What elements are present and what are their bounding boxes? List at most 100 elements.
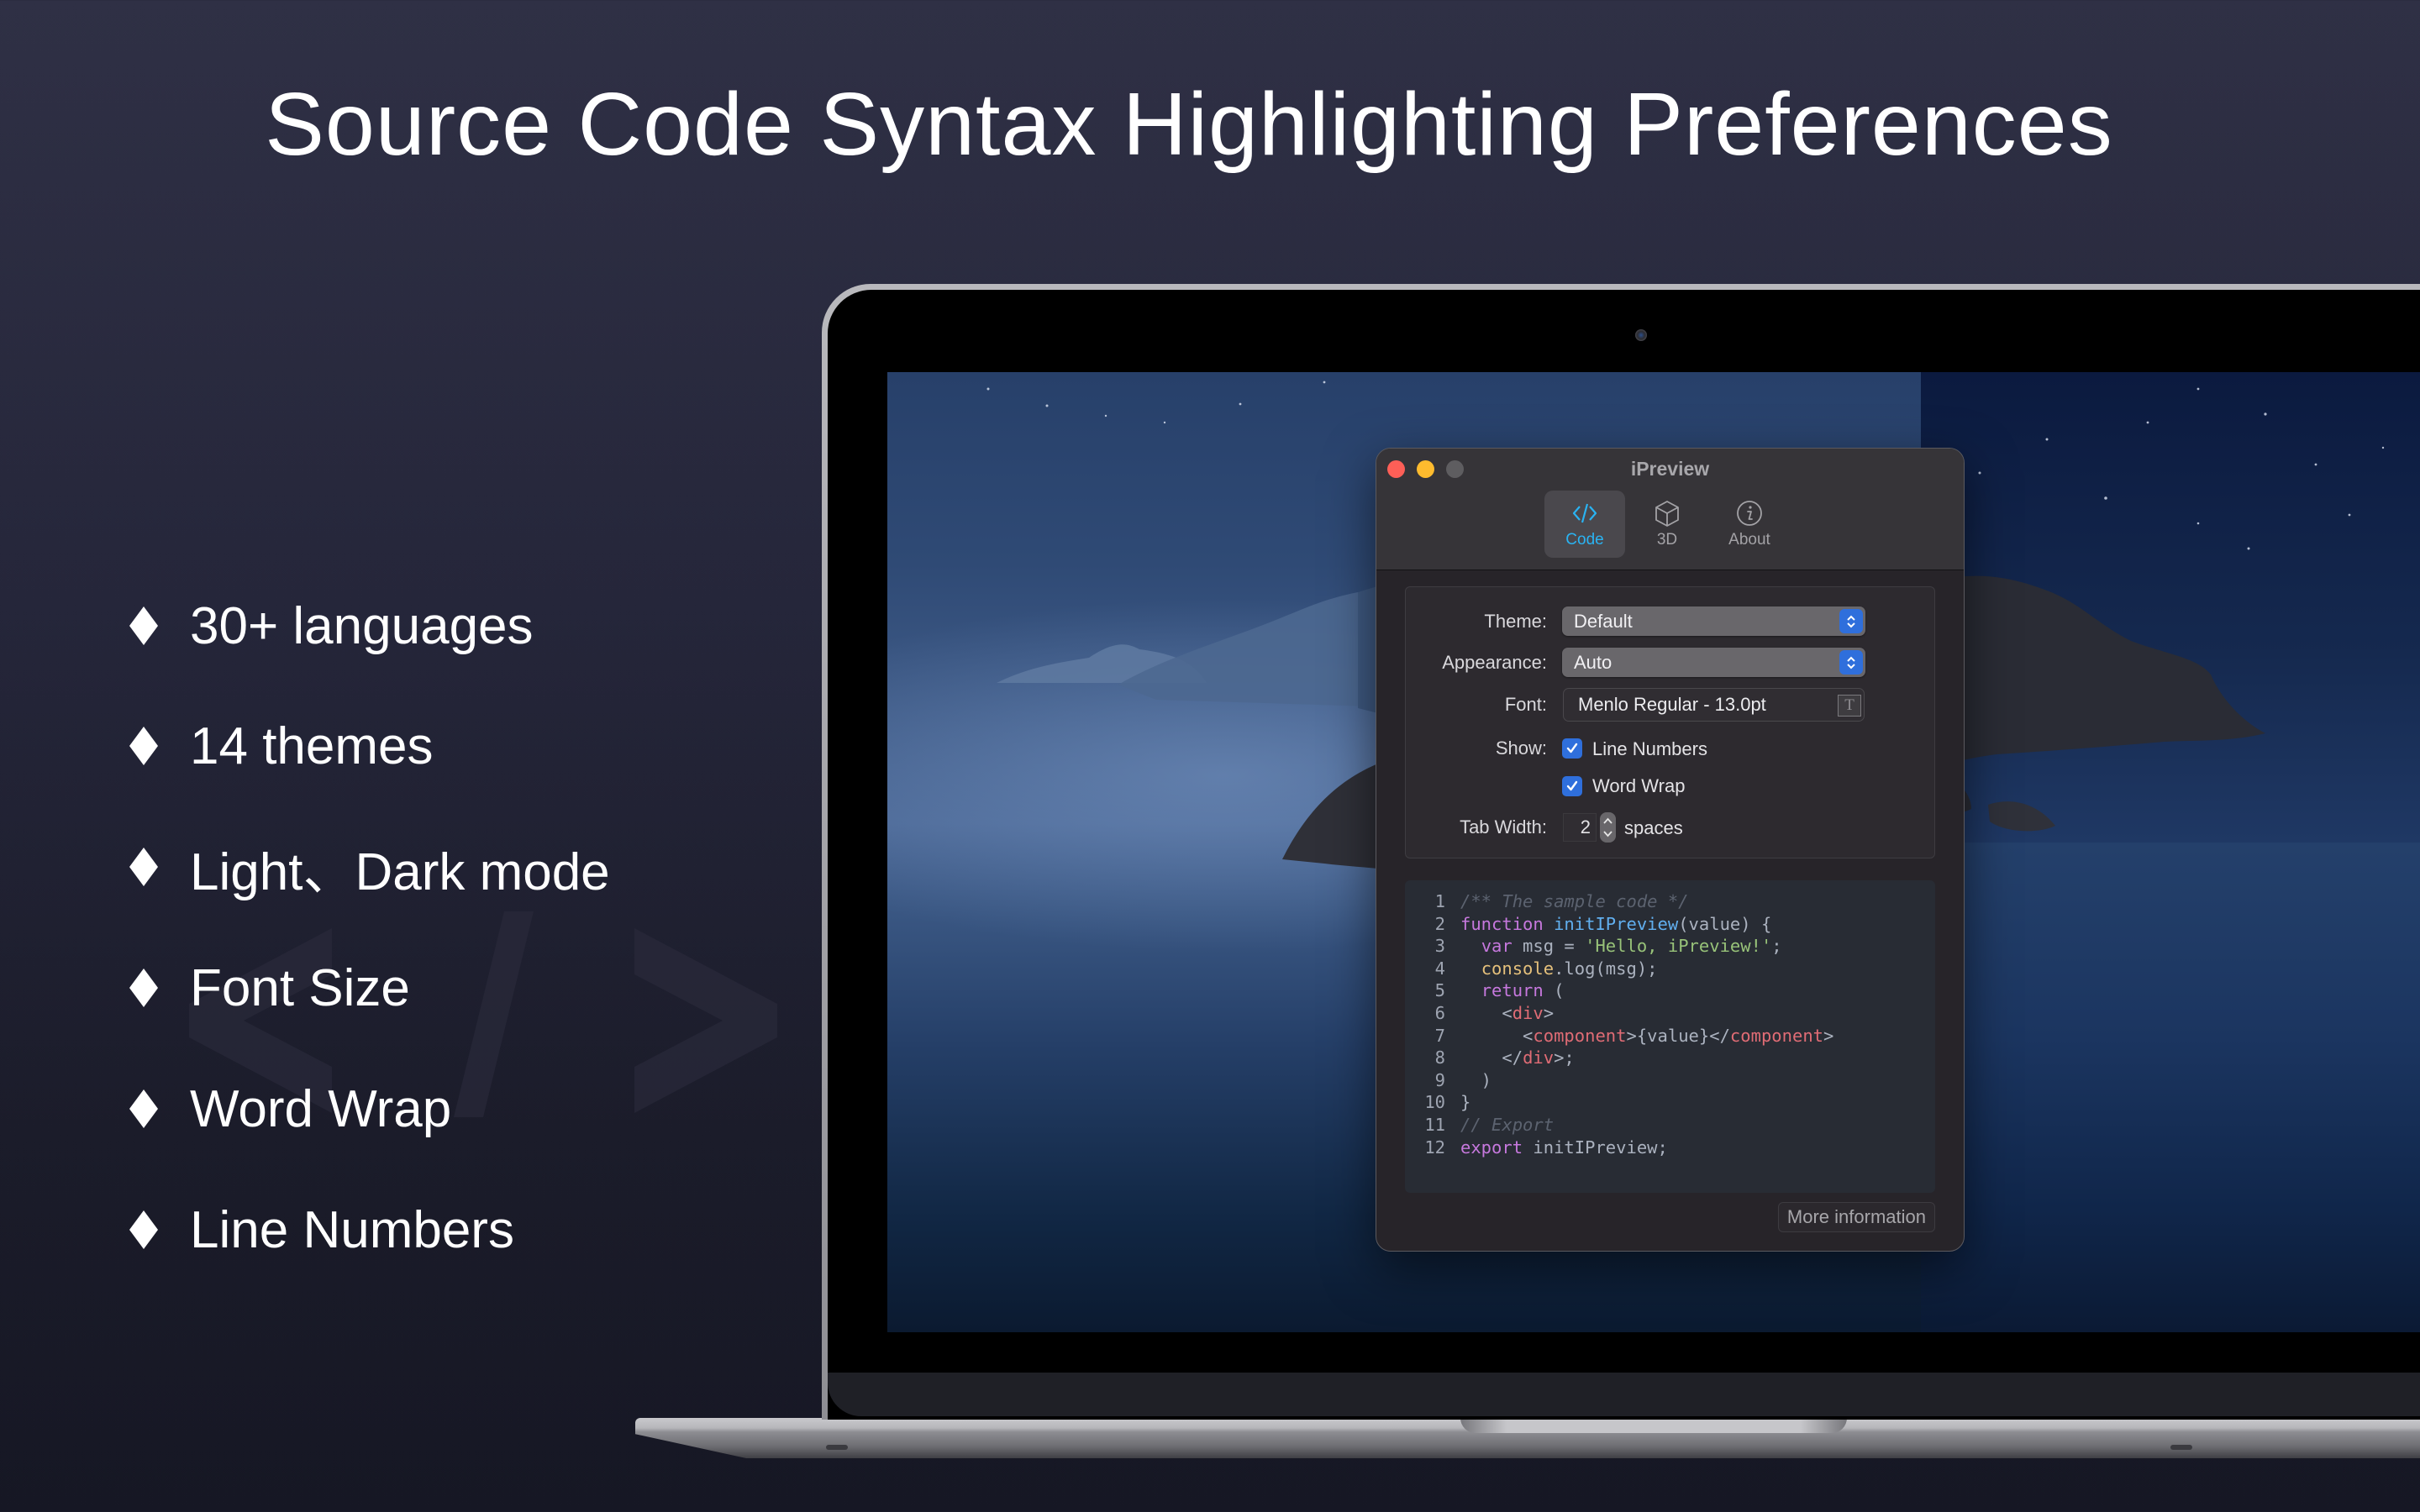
line-numbers-label[interactable]: Line Numbers — [1592, 738, 1707, 760]
code-token: div — [1512, 1002, 1544, 1023]
code-preview: 1/** The sample code */2 function initIPr… — [1405, 880, 1935, 1193]
code-token: .log(msg); — [1554, 958, 1658, 979]
appearance-select[interactable]: Auto — [1562, 648, 1865, 677]
code-line: 11 // Export — [1405, 1114, 1935, 1137]
theme-row: Theme: Default — [1406, 605, 1934, 638]
code-token: console — [1481, 958, 1555, 979]
laptop-hinge-notch — [1460, 1418, 1847, 1433]
camera-icon — [1635, 329, 1647, 341]
code-text: </div>; — [1445, 1047, 1575, 1069]
window-title: iPreview — [1630, 458, 1710, 480]
tab-code[interactable]: Code — [1544, 491, 1625, 558]
feature-item: Line Numbers — [118, 1192, 514, 1268]
code-token: < — [1460, 1002, 1512, 1023]
tab-about[interactable]: About — [1709, 491, 1790, 558]
theme-select[interactable]: Default — [1562, 606, 1865, 636]
code-text: ) — [1445, 1069, 1491, 1092]
chevron-updown-icon — [1839, 650, 1863, 675]
feature-label: Word Wrap — [190, 1079, 452, 1138]
laptop-port — [2170, 1445, 2192, 1450]
diamond-bullet-icon — [124, 727, 163, 765]
line-number: 8 — [1434, 1047, 1445, 1068]
code-token: ; — [1771, 936, 1782, 957]
theme-value: Default — [1574, 610, 1633, 632]
line-number: 1 — [1434, 891, 1445, 911]
word-wrap-label[interactable]: Word Wrap — [1592, 775, 1685, 797]
code-line: 12 export initIPreview; — [1405, 1137, 1935, 1159]
tab-label: Code — [1565, 531, 1604, 549]
code-token: </ — [1460, 1047, 1523, 1068]
code-token: > — [1543, 1002, 1555, 1023]
code-token: >{value}</ — [1626, 1025, 1730, 1046]
cube-icon — [1655, 501, 1679, 527]
code-token: component — [1533, 1025, 1627, 1046]
word-wrap-checkbox[interactable] — [1562, 776, 1582, 796]
font-picker-icon[interactable]: T — [1838, 695, 1861, 717]
window-titlebar: iPreview Code 3D About — [1376, 449, 1964, 570]
code-token: function — [1460, 913, 1544, 934]
code-line: 1 /** The sample code */ — [1405, 890, 1935, 913]
code-line: 7 <component>{value}</component> — [1405, 1025, 1935, 1047]
code-line: 4 console.log(msg); — [1405, 958, 1935, 980]
code-text: <component>{value}</component> — [1445, 1025, 1833, 1047]
code-token: initIPreview; — [1523, 1137, 1668, 1158]
feature-label: Font Size — [190, 958, 410, 1017]
code-token: return — [1481, 980, 1544, 1001]
line-numbers-checkbox[interactable] — [1562, 738, 1582, 759]
code-text: } — [1445, 1091, 1470, 1114]
line-number: 10 — [1424, 1092, 1445, 1113]
code-token: ) — [1460, 1069, 1492, 1090]
line-number: 12 — [1424, 1137, 1445, 1158]
feature-item: Light、Dark mode — [118, 829, 610, 905]
code-token: >; — [1554, 1047, 1575, 1068]
diamond-bullet-icon — [124, 606, 163, 645]
chevron-updown-icon — [1839, 609, 1863, 633]
code-line: 3 var msg = 'Hello, iPreview!'; — [1405, 935, 1935, 958]
tab-width-input[interactable]: 2 — [1563, 813, 1597, 842]
theme-label: Theme: — [1484, 611, 1547, 632]
feature-label: Line Numbers — [190, 1200, 514, 1259]
tab-label: About — [1728, 531, 1770, 549]
code-token: /** The sample code */ — [1460, 891, 1689, 911]
code-text: function initIPreview(value) { — [1445, 913, 1771, 936]
tab-width-row: Tab Width: 2 spaces — [1406, 811, 1934, 844]
code-token: export — [1460, 1137, 1523, 1158]
laptop-port — [826, 1445, 848, 1450]
feature-item: 14 themes — [118, 708, 434, 784]
code-line: 10} — [1405, 1091, 1935, 1114]
diamond-bullet-icon — [124, 969, 163, 1007]
code-token: div — [1523, 1047, 1555, 1068]
feature-label: 30+ languages — [190, 596, 534, 655]
code-token: < — [1460, 1025, 1534, 1046]
code-text: var msg = 'Hello, iPreview!'; — [1445, 935, 1782, 958]
font-value: Menlo Regular - 13.0pt — [1578, 694, 1766, 715]
appearance-label: Appearance: — [1442, 652, 1547, 673]
code-line: 9 ) — [1405, 1069, 1935, 1092]
feature-label: 14 themes — [190, 717, 434, 775]
code-icon — [1572, 503, 1597, 523]
info-icon — [1737, 501, 1762, 526]
code-token: 'Hello, iPreview!' — [1585, 936, 1772, 957]
more-information-button[interactable]: More information — [1777, 1202, 1935, 1232]
code-token: ( — [1543, 980, 1565, 1001]
code-text: return ( — [1445, 979, 1565, 1002]
font-field[interactable]: Menlo Regular - 13.0pt T — [1563, 688, 1865, 722]
line-number: 6 — [1434, 1002, 1445, 1023]
code-text: console.log(msg); — [1445, 958, 1658, 980]
font-label: Font: — [1504, 694, 1547, 715]
diamond-bullet-icon — [124, 848, 163, 886]
line-number: 4 — [1434, 958, 1445, 979]
code-text: export initIPreview; — [1445, 1137, 1668, 1159]
tab-width-label: Tab Width: — [1460, 816, 1547, 837]
line-number: 9 — [1434, 1069, 1445, 1090]
tab-label: 3D — [1656, 531, 1678, 549]
line-number: 3 — [1434, 936, 1445, 957]
appearance-row: Appearance: Auto — [1406, 646, 1934, 680]
tab-width-stepper[interactable] — [1600, 812, 1616, 843]
page-headline: Source Code Syntax Highlighting Preferen… — [265, 75, 2113, 174]
code-token: msg = — [1512, 936, 1586, 957]
tab-3d[interactable]: 3D — [1628, 491, 1706, 558]
